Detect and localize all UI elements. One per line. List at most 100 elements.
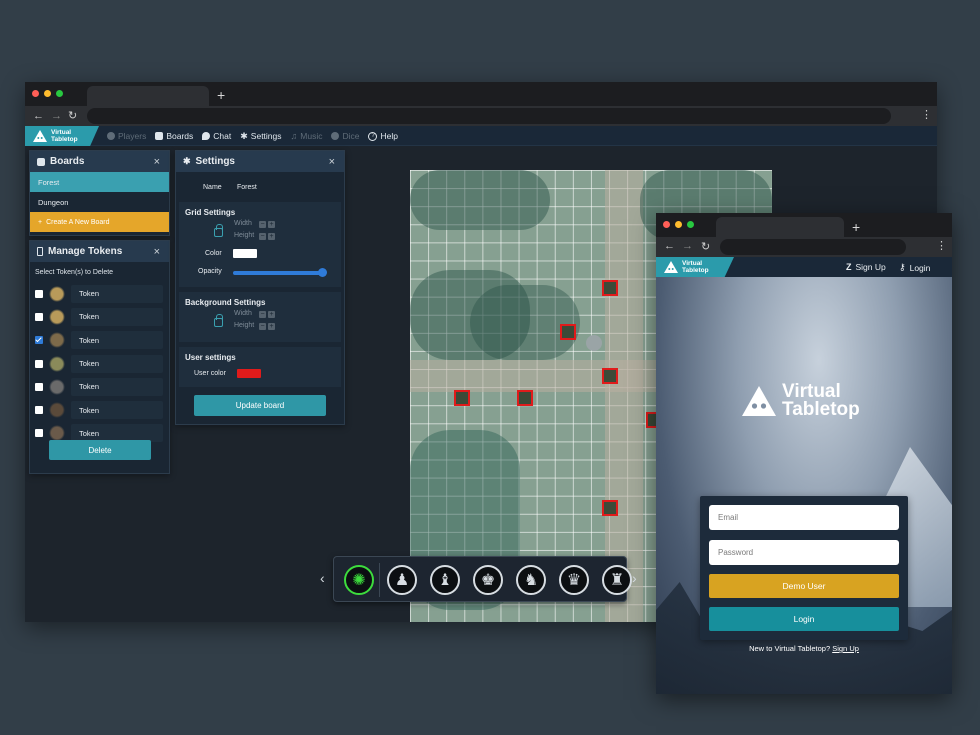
minimize-window-dot[interactable] xyxy=(44,90,51,97)
opacity-slider-handle[interactable] xyxy=(318,268,327,277)
token-marker[interactable] xyxy=(454,390,470,406)
token-row[interactable]: Token xyxy=(30,375,169,398)
nav-settings[interactable]: ✱ Settings xyxy=(240,131,281,142)
next-pieces-icon[interactable]: › xyxy=(632,571,637,585)
back-icon[interactable]: ← xyxy=(33,109,44,123)
close-icon[interactable]: × xyxy=(329,156,335,168)
nav-boards[interactable]: Boards xyxy=(155,131,193,141)
token-checkbox[interactable] xyxy=(35,359,43,368)
new-tab-button[interactable]: + xyxy=(217,88,225,102)
forward-icon[interactable]: → xyxy=(682,240,693,252)
bg-height-decrement[interactable]: − xyxy=(259,323,266,330)
bg-width-increment[interactable]: + xyxy=(268,311,275,318)
token-thumbnail xyxy=(47,332,67,349)
nav-chat[interactable]: Chat xyxy=(202,131,231,141)
lock-icon[interactable] xyxy=(214,224,223,237)
nav-login[interactable]: ⚷ Login xyxy=(899,262,930,273)
nav-music[interactable]: ♫ Music xyxy=(291,131,323,141)
close-window-dot[interactable] xyxy=(663,221,670,228)
nav-music-label: Music xyxy=(300,131,323,141)
name-label: Name xyxy=(203,184,222,191)
token-checkbox[interactable] xyxy=(35,336,43,345)
token-checkbox[interactable] xyxy=(35,429,43,438)
delete-tokens-button[interactable]: Delete xyxy=(49,440,151,460)
user-color-swatch[interactable] xyxy=(237,369,261,378)
maximize-window-dot[interactable] xyxy=(687,221,694,228)
token-thumbnail xyxy=(47,378,67,395)
app-logo[interactable]: Virtual Tabletop xyxy=(656,257,734,277)
demo-user-button[interactable]: Demo User xyxy=(709,574,899,598)
address-bar[interactable] xyxy=(87,108,891,124)
token-marker[interactable] xyxy=(602,280,618,296)
token-marker[interactable] xyxy=(602,500,618,516)
browser-tab-strip: + xyxy=(25,82,937,106)
maximize-window-dot[interactable] xyxy=(56,90,63,97)
browser-tab[interactable] xyxy=(716,217,844,237)
board-name-input[interactable]: Forest xyxy=(237,184,257,191)
token-row[interactable]: Token xyxy=(30,305,169,328)
token-checkbox[interactable] xyxy=(35,289,43,298)
opacity-slider-track[interactable] xyxy=(233,271,323,275)
forward-icon[interactable]: → xyxy=(51,109,62,123)
nav-signup[interactable]: Z Sign Up xyxy=(846,262,886,272)
login-page: Virtual Tabletop Email Password Demo User… xyxy=(656,277,952,694)
grid-height-decrement[interactable]: − xyxy=(259,233,266,240)
app-logo[interactable]: Virtual Tabletop xyxy=(25,126,99,146)
nav-dice[interactable]: Dice xyxy=(331,131,359,141)
back-icon[interactable]: ← xyxy=(664,240,675,252)
login-button[interactable]: Login xyxy=(709,607,899,631)
brand-line2: Tabletop xyxy=(782,399,860,420)
browser-menu-icon[interactable]: ⋮ xyxy=(936,239,947,253)
token-thumbnail xyxy=(47,402,67,419)
reload-icon[interactable]: ↻ xyxy=(68,109,77,123)
close-icon[interactable]: × xyxy=(154,156,160,168)
bg-width-decrement[interactable]: − xyxy=(259,311,266,318)
selected-token-icon[interactable]: ✺ xyxy=(344,565,374,595)
rook-icon[interactable]: ♜ xyxy=(602,565,632,595)
email-field[interactable]: Email xyxy=(709,505,899,530)
new-tab-button[interactable]: + xyxy=(852,220,860,234)
token-marker[interactable] xyxy=(560,324,576,340)
grid-width-label: Width xyxy=(234,220,252,227)
close-window-dot[interactable] xyxy=(32,90,39,97)
mobile-browser-window: + ← → ↻ ⋮ Virtual Tabletop Z Sign Up ⚷ Lo… xyxy=(656,213,952,694)
nav-players[interactable]: Players xyxy=(107,131,146,141)
grid-width-decrement[interactable]: − xyxy=(259,221,266,228)
logo-line1: Virtual xyxy=(682,260,703,267)
token-marker[interactable] xyxy=(602,368,618,384)
token-checkbox[interactable] xyxy=(35,382,43,391)
lock-icon[interactable] xyxy=(214,314,223,327)
knight-icon[interactable]: ♞ xyxy=(516,565,546,595)
nav-help[interactable]: ? Help xyxy=(368,131,398,141)
pawn-icon[interactable]: ♟ xyxy=(387,565,417,595)
signup-prompt: New to Virtual Tabletop? Sign Up xyxy=(656,644,952,653)
create-board-button[interactable]: + Create A New Board xyxy=(30,212,169,232)
password-field[interactable]: Password xyxy=(709,540,899,565)
token-row[interactable]: Token xyxy=(30,282,169,305)
grid-width-increment[interactable]: + xyxy=(268,221,275,228)
signup-link[interactable]: Sign Up xyxy=(832,644,859,653)
token-marker[interactable] xyxy=(517,390,533,406)
address-bar[interactable] xyxy=(720,239,906,255)
token-row[interactable]: Token xyxy=(30,352,169,375)
board-item-forest[interactable]: Forest xyxy=(30,172,169,192)
king-icon[interactable]: ♚ xyxy=(473,565,503,595)
prev-pieces-icon[interactable]: ‹ xyxy=(320,571,325,585)
bishop-icon[interactable]: ♝ xyxy=(430,565,460,595)
token-row[interactable]: Token xyxy=(30,398,169,421)
close-icon[interactable]: × xyxy=(154,246,160,258)
minimize-window-dot[interactable] xyxy=(675,221,682,228)
token-row[interactable]: Token xyxy=(30,329,169,352)
reload-icon[interactable]: ↻ xyxy=(701,240,710,253)
browser-menu-icon[interactable]: ⋮ xyxy=(921,108,932,122)
queen-icon[interactable]: ♛ xyxy=(559,565,589,595)
update-board-button[interactable]: Update board xyxy=(194,395,326,416)
bg-height-increment[interactable]: + xyxy=(268,323,275,330)
token-checkbox[interactable] xyxy=(35,312,43,321)
grid-height-increment[interactable]: + xyxy=(268,233,275,240)
token-checkbox[interactable] xyxy=(35,406,43,415)
nav-boards-label: Boards xyxy=(166,131,194,141)
grid-color-swatch[interactable] xyxy=(233,249,257,258)
browser-tab[interactable] xyxy=(87,86,209,106)
board-item-dungeon[interactable]: Dungeon xyxy=(30,192,169,212)
